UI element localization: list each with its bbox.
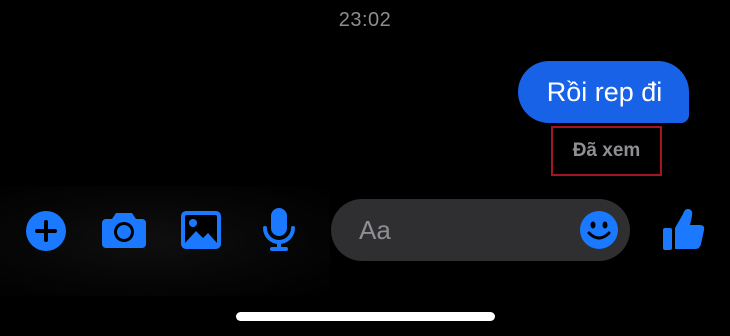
emoji-icon[interactable] [579,210,619,255]
image-icon[interactable] [180,210,222,250]
timestamp: 23:02 [338,9,392,31]
message-composer[interactable] [331,199,630,261]
home-indicator [236,312,495,321]
message-input[interactable] [359,199,569,261]
thumbs-up-icon[interactable] [662,206,706,252]
read-receipt-label: Đã xem [572,140,641,161]
plus-icon[interactable] [25,210,67,252]
camera-icon[interactable] [101,211,147,249]
microphone-icon[interactable] [261,206,297,252]
message-bubble-outgoing[interactable]: Rồi rep đi [518,61,689,123]
